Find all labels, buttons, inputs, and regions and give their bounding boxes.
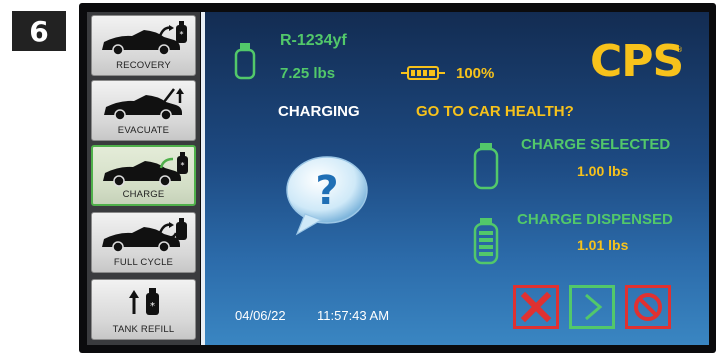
sidebar-item-label: CHARGE	[122, 189, 165, 200]
svg-text:*: *	[180, 30, 184, 39]
sidebar-item-label: EVACUATE	[117, 125, 170, 136]
sidebar: * RECOVERY EVACUATE * CHARGE FULL CYCLE …	[87, 12, 200, 345]
filled-tank-icon	[473, 218, 499, 265]
refrigerant-tank-icon	[234, 43, 256, 80]
charge-selected-value: 1.00 lbs	[577, 163, 629, 179]
refrigerant-weight: 7.25 lbs	[280, 65, 336, 82]
car-recovery-icon: *	[102, 21, 187, 56]
sidebar-item-tank-refill[interactable]: * TANK REFILL	[91, 279, 196, 340]
sidebar-item-charge[interactable]: * CHARGE	[91, 145, 196, 206]
main-panel: R-1234yf 7.25 lbs 100% CPS ® CHARGING GO…	[205, 12, 709, 345]
sidebar-item-recovery[interactable]: * RECOVERY	[91, 15, 196, 76]
cancel-button[interactable]	[513, 285, 559, 329]
car-evacuate-icon	[104, 88, 184, 121]
step-number-badge: 6	[12, 11, 66, 51]
charge-selected-label: CHARGE SELECTED	[521, 136, 671, 153]
chevron-right-icon	[585, 293, 603, 321]
empty-tank-icon	[473, 143, 499, 190]
sidebar-item-full-cycle[interactable]: FULL CYCLE	[91, 212, 196, 273]
battery-level: 100%	[456, 65, 495, 82]
sidebar-item-label: RECOVERY	[116, 60, 171, 71]
car-charge-icon: *	[103, 152, 188, 187]
cps-logo: CPS ®	[590, 40, 682, 80]
tank-refill-icon: *	[129, 288, 159, 315]
car-full-cycle-icon	[102, 218, 187, 253]
svg-text:®: ®	[676, 46, 682, 54]
sidebar-item-label: FULL CYCLE	[113, 257, 174, 268]
status-text: CHARGING	[278, 103, 360, 120]
next-button[interactable]	[569, 285, 615, 329]
svg-text:*: *	[181, 161, 185, 170]
svg-text:CPS: CPS	[590, 40, 682, 80]
battery-icon	[401, 66, 445, 80]
svg-text:?: ?	[315, 168, 338, 214]
x-icon	[520, 291, 552, 323]
sidebar-item-label: TANK REFILL	[112, 324, 175, 335]
stop-button[interactable]	[625, 285, 671, 329]
screenshot-root: { "step_badge": "6", "sidebar": { "items…	[0, 0, 723, 356]
prohibit-icon	[634, 293, 662, 321]
charge-dispensed-label: CHARGE DISPENSED	[517, 211, 673, 228]
time-display: 11:57:43 AM	[317, 308, 390, 323]
refrigerant-name: R-1234yf	[280, 32, 347, 49]
svg-text:*: *	[150, 301, 155, 312]
charge-dispensed-value: 1.01 lbs	[577, 237, 629, 253]
car-health-prompt[interactable]: GO TO CAR HEALTH?	[416, 103, 574, 120]
question-bubble-icon[interactable]: ?	[283, 154, 371, 236]
sidebar-item-evacuate[interactable]: EVACUATE	[91, 80, 196, 141]
date-display: 04/06/22	[235, 308, 286, 323]
